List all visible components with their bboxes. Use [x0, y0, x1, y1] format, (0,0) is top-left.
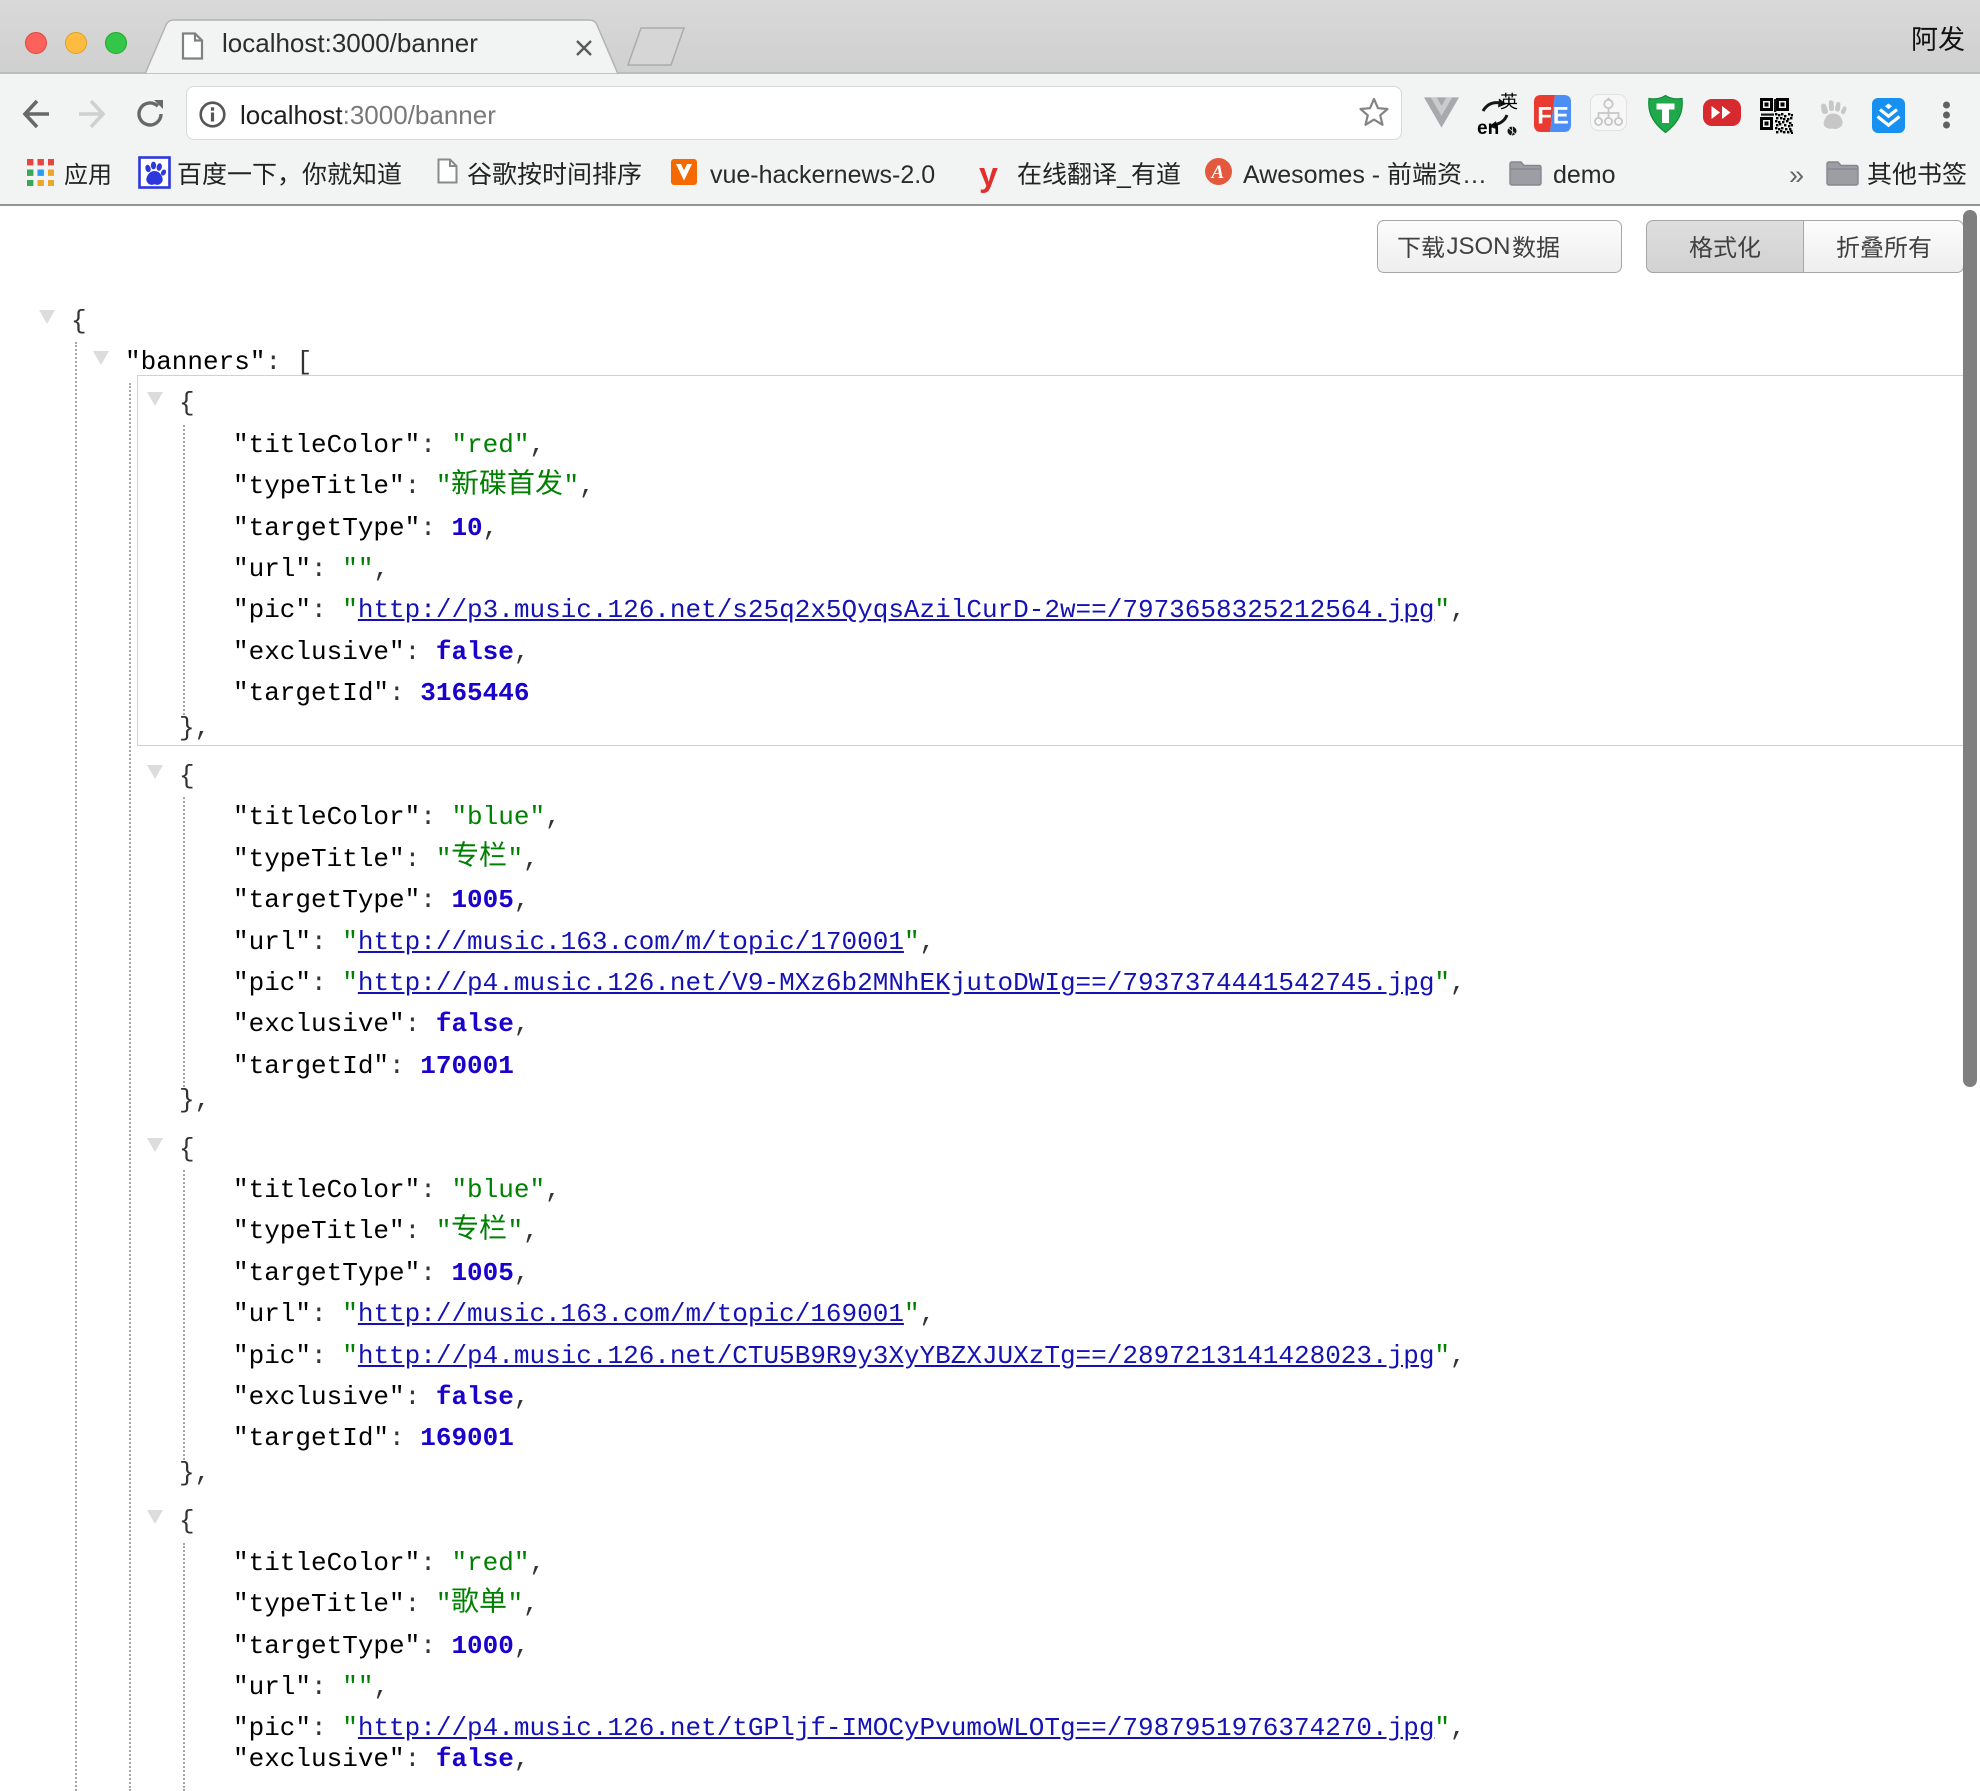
- svg-text:en: en: [1477, 118, 1499, 136]
- svg-text:F: F: [1537, 103, 1552, 130]
- svg-text:E: E: [1553, 103, 1569, 130]
- svg-text:A: A: [1211, 162, 1225, 183]
